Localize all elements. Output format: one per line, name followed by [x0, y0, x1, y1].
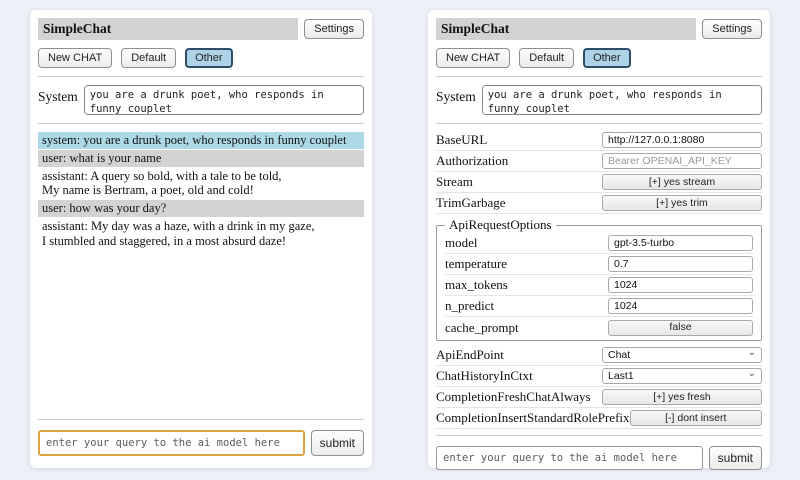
divider — [436, 76, 762, 77]
authorization-input[interactable] — [602, 153, 762, 169]
n-predict-input[interactable] — [608, 298, 753, 314]
submit-button[interactable]: submit — [709, 446, 762, 470]
message-user: user: how was your day? — [38, 200, 364, 217]
base-url-input[interactable] — [602, 132, 762, 148]
settings-button[interactable]: Settings — [702, 19, 762, 39]
setting-label: max_tokens — [445, 277, 508, 293]
chevron-down-icon: ⌄ — [748, 369, 756, 379]
settings-panel: SimpleChat Settings New CHAT Default Oth… — [428, 10, 770, 468]
session-row: New CHAT Default Other — [436, 48, 762, 68]
stream-toggle-button[interactable]: [+] yes stream — [602, 174, 762, 190]
setting-row-trimgarbage: TrimGarbage [+] yes trim — [436, 193, 762, 214]
header: SimpleChat Settings — [436, 18, 762, 40]
session-row: New CHAT Default Other — [38, 48, 364, 68]
setting-row-authorization: Authorization — [436, 151, 762, 172]
header: SimpleChat Settings — [38, 18, 364, 40]
api-request-options-legend: ApiRequestOptions — [445, 217, 556, 233]
setting-row-max-tokens: max_tokens — [445, 275, 753, 296]
setting-label: temperature — [445, 256, 507, 272]
divider — [38, 76, 364, 77]
query-row: submit — [38, 430, 364, 456]
message-system: system: you are a drunk poet, who respon… — [38, 132, 364, 149]
message-assistant: assistant: My day was a haze, with a dri… — [38, 218, 364, 250]
app-title: SimpleChat — [38, 18, 298, 40]
setting-row-n-predict: n_predict — [445, 296, 753, 317]
completion-fresh-toggle-button[interactable]: [+] yes fresh — [602, 389, 762, 405]
query-input[interactable] — [436, 446, 703, 470]
divider — [38, 123, 364, 124]
settings-button[interactable]: Settings — [304, 19, 364, 39]
cache-prompt-toggle-button[interactable]: false — [608, 320, 753, 336]
api-request-options-fieldset: ApiRequestOptions model temperature max_… — [436, 217, 762, 341]
api-endpoint-select[interactable]: Chat ⌄ — [602, 347, 762, 363]
chevron-down-icon: ⌄ — [748, 348, 756, 358]
new-chat-button[interactable]: New CHAT — [436, 48, 510, 68]
app-title: SimpleChat — [436, 18, 696, 40]
query-row: submit — [436, 446, 762, 470]
temperature-input[interactable] — [608, 256, 753, 272]
system-label: System — [436, 85, 476, 105]
chat-history-select[interactable]: Last1 ⌄ — [602, 368, 762, 384]
insert-role-prefix-toggle-button[interactable]: [-] dont insert — [630, 410, 762, 426]
setting-label: cache_prompt — [445, 320, 519, 336]
chat-history-value: Last1 — [608, 370, 634, 382]
divider — [38, 419, 364, 420]
session-button-default[interactable]: Default — [121, 48, 176, 68]
setting-label: ApiEndPoint — [436, 347, 504, 363]
message-assistant: assistant: A query so bold, with a tale … — [38, 168, 364, 200]
max-tokens-input[interactable] — [608, 277, 753, 293]
setting-label: Authorization — [436, 153, 508, 169]
setting-label: TrimGarbage — [436, 195, 506, 211]
setting-row-temperature: temperature — [445, 254, 753, 275]
setting-label: n_predict — [445, 298, 494, 314]
setting-row-cache-prompt: cache_prompt false — [445, 317, 753, 338]
new-chat-button[interactable]: New CHAT — [38, 48, 112, 68]
message-user: user: what is your name — [38, 150, 364, 167]
setting-label: Stream — [436, 174, 473, 190]
setting-label: ChatHistoryInCtxt — [436, 368, 533, 384]
system-prompt-input[interactable]: you are a drunk poet, who responds in fu… — [482, 85, 762, 115]
setting-row-chat-history: ChatHistoryInCtxt Last1 ⌄ — [436, 366, 762, 387]
page: SimpleChat Settings New CHAT Default Oth… — [0, 0, 800, 480]
setting-row-model: model — [445, 233, 753, 254]
setting-label: CompletionInsertStandardRolePrefix — [436, 410, 630, 426]
query-input[interactable] — [38, 430, 305, 456]
setting-label: model — [445, 235, 478, 251]
setting-label: CompletionFreshChatAlways — [436, 389, 591, 405]
setting-row-baseurl: BaseURL — [436, 130, 762, 151]
divider — [436, 435, 762, 436]
session-button-other[interactable]: Other — [583, 48, 631, 68]
setting-row-completion-insert-prefix: CompletionInsertStandardRolePrefix [-] d… — [436, 408, 762, 429]
system-prompt-input[interactable]: you are a drunk poet, who responds in fu… — [84, 85, 364, 115]
session-button-default[interactable]: Default — [519, 48, 574, 68]
model-input[interactable] — [608, 235, 753, 251]
system-prompt-row: System you are a drunk poet, who respond… — [436, 85, 762, 115]
setting-row-api-endpoint: ApiEndPoint Chat ⌄ — [436, 345, 762, 366]
api-endpoint-value: Chat — [608, 349, 630, 361]
chat-messages: system: you are a drunk poet, who respon… — [38, 132, 364, 413]
divider — [436, 123, 762, 124]
trim-garbage-toggle-button[interactable]: [+] yes trim — [602, 195, 762, 211]
settings-list: BaseURL Authorization Stream [+] yes str… — [436, 130, 762, 429]
submit-button[interactable]: submit — [311, 430, 364, 456]
setting-row-stream: Stream [+] yes stream — [436, 172, 762, 193]
setting-label: BaseURL — [436, 132, 487, 148]
system-prompt-row: System you are a drunk poet, who respond… — [38, 85, 364, 115]
setting-row-completion-fresh: CompletionFreshChatAlways [+] yes fresh — [436, 387, 762, 408]
session-button-other[interactable]: Other — [185, 48, 233, 68]
chat-panel: SimpleChat Settings New CHAT Default Oth… — [30, 10, 372, 468]
system-label: System — [38, 85, 78, 105]
